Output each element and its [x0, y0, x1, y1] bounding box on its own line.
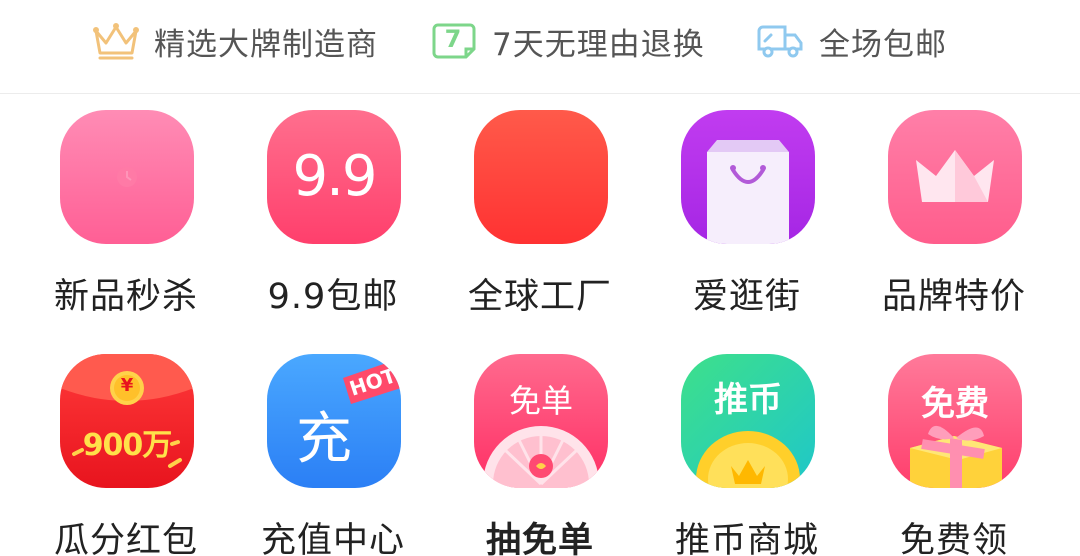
tile-label: 全球工厂: [467, 277, 612, 317]
shopping-bag-icon: [681, 110, 815, 244]
tile-recharge-center[interactable]: 充 HOT 充值中心: [243, 354, 423, 556]
badge-seven-day-return: 7 7天无理由退换: [430, 16, 705, 66]
tile-label: 爱逛街: [692, 277, 801, 317]
delivery-truck-icon: [755, 21, 805, 61]
tile-label: 充值中心: [260, 521, 405, 556]
badge-free-shipping: 全场包邮: [755, 16, 947, 66]
clock-icon: [60, 110, 194, 244]
tile-label: 免费领: [899, 521, 1008, 556]
tile-label: 9.9包邮: [267, 277, 399, 317]
tile-global-factory[interactable]: 全球工厂: [450, 110, 630, 320]
red-envelope-amount: 900万: [82, 428, 173, 463]
factory-icon: [474, 110, 608, 244]
recharge-icon: 充 HOT: [267, 354, 401, 488]
crown-icon: [888, 110, 1022, 244]
guarantee-bar: 精选大牌制造商 7 7天无理由退换 全场包邮: [0, 0, 1080, 94]
crown-icon: [92, 21, 140, 61]
coin-symbol: ¥: [120, 375, 134, 396]
prize-wheel-icon: 免单: [474, 354, 608, 488]
tile-label: 抽免单: [485, 521, 594, 556]
tile-free-claim[interactable]: 免费 免费领: [864, 354, 1044, 556]
free-text: 免费: [921, 384, 989, 424]
tile-brand-special[interactable]: 品牌特价: [864, 110, 1044, 320]
tile-new-flash-sale[interactable]: 新品秒杀: [36, 110, 216, 320]
tile-love-shopping[interactable]: 爱逛街: [657, 110, 837, 320]
nine-nine-icon: 9.9: [267, 110, 401, 244]
seven-label: 7: [444, 25, 462, 53]
nine-nine-text: 9.9: [292, 144, 377, 209]
tile-label: 新品秒杀: [53, 277, 198, 317]
tile-split-red-envelope[interactable]: ¥ 900万 瓜分红包: [36, 354, 216, 556]
badge-brand-manufacturer: 精选大牌制造商: [92, 16, 378, 66]
badge-label: 精选大牌制造商: [154, 26, 378, 63]
badge-label: 7天无理由退换: [492, 26, 705, 63]
seven-day-return-icon: 7: [430, 21, 478, 61]
tile-coin-pusher-mall[interactable]: 推币 推币商城: [657, 354, 837, 556]
free-order-text: 免单: [508, 382, 573, 420]
coin-pusher-text: 推币: [714, 380, 782, 420]
tile-label: 品牌特价: [881, 277, 1026, 317]
red-envelope-icon: ¥ 900万: [60, 354, 194, 488]
gift-box-icon: 免费: [888, 354, 1022, 488]
recharge-char: 充: [296, 407, 352, 472]
tile-label: 推币商城: [674, 521, 819, 556]
tile-nine-nine-free-shipping[interactable]: 9.9 9.9包邮: [243, 110, 423, 320]
tile-label: 瓜分红包: [53, 521, 198, 556]
coin-pusher-icon: 推币: [681, 354, 815, 488]
tile-free-order-draw[interactable]: 免单 抽免单: [450, 354, 630, 556]
badge-label: 全场包邮: [819, 26, 947, 63]
